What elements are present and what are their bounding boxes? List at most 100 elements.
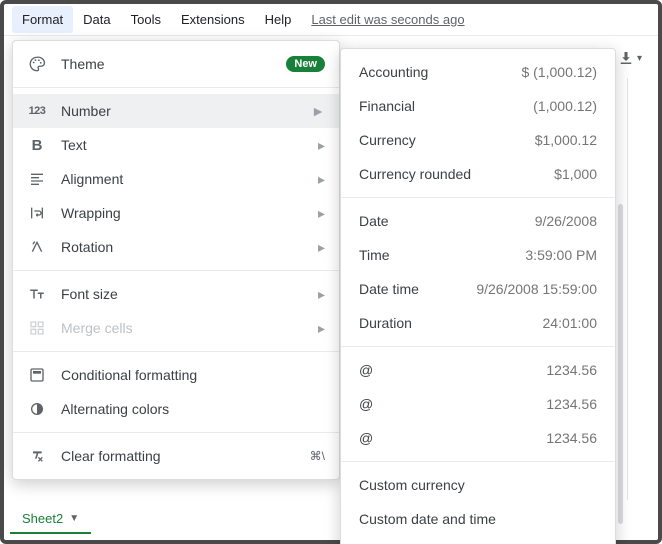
wrap-icon xyxy=(27,205,47,221)
bold-icon: B xyxy=(27,137,47,154)
format-label: Date xyxy=(359,213,389,229)
clear-formatting-icon xyxy=(27,448,47,464)
number-format-custom-a[interactable]: @ 1234.56 xyxy=(341,353,615,387)
submenu-arrow-icon: ► xyxy=(311,103,325,119)
number-format-currency[interactable]: Currency $1,000.12 xyxy=(341,123,615,157)
align-icon xyxy=(27,171,47,187)
number-format-time[interactable]: Time 3:59:00 PM xyxy=(341,238,615,272)
format-example: $1,000.12 xyxy=(535,132,597,148)
number-format-financial[interactable]: Financial (1,000.12) xyxy=(341,89,615,123)
chevron-down-icon: ▼ xyxy=(69,513,79,524)
font-size-icon xyxy=(27,285,47,303)
number-format-custom-b[interactable]: @ 1234.56 xyxy=(341,387,615,421)
separator xyxy=(13,351,339,352)
menu-data[interactable]: Data xyxy=(73,6,120,33)
keyboard-shortcut: ⌘\ xyxy=(310,449,325,463)
menu-item-label: Rotation xyxy=(61,239,304,255)
number-format-currency-rounded[interactable]: Currency rounded $1,000 xyxy=(341,157,615,191)
rotation-icon xyxy=(27,239,47,255)
submenu-arrow-icon: ▸ xyxy=(318,286,325,303)
submenu-arrow-icon: ▸ xyxy=(318,171,325,188)
separator xyxy=(341,461,615,462)
menu-item-label: Alternating colors xyxy=(61,401,325,417)
theme-icon xyxy=(27,55,47,73)
separator xyxy=(13,432,339,433)
format-example: 9/26/2008 15:59:00 xyxy=(476,281,597,297)
menu-item-label: Merge cells xyxy=(61,320,304,336)
separator xyxy=(341,346,615,347)
number-format-custom-c[interactable]: @ 1234.56 xyxy=(341,421,615,455)
format-label: @ xyxy=(359,362,373,378)
number-format-custom-number-format[interactable]: Custom number format xyxy=(341,536,615,544)
menu-item-label: Alignment xyxy=(61,171,304,187)
format-example: 1234.56 xyxy=(546,362,597,378)
menu-item-number[interactable]: 123 Number ► xyxy=(13,94,339,128)
menu-item-conditional-formatting[interactable]: Conditional formatting xyxy=(13,358,339,392)
format-label: Date time xyxy=(359,281,419,297)
number-icon: 123 xyxy=(27,105,47,117)
menu-item-label: Font size xyxy=(61,286,304,302)
merge-icon xyxy=(27,320,47,336)
number-format-date[interactable]: Date 9/26/2008 xyxy=(341,204,615,238)
sheet-tab-sheet2[interactable]: Sheet2 ▼ xyxy=(10,505,91,534)
number-submenu: Accounting $ (1,000.12) Financial (1,000… xyxy=(340,48,616,544)
format-label: @ xyxy=(359,396,373,412)
menu-help[interactable]: Help xyxy=(255,6,302,33)
new-badge: New xyxy=(286,56,325,72)
submenu-arrow-icon: ▸ xyxy=(318,137,325,154)
submenu-arrow-icon: ▸ xyxy=(318,205,325,222)
separator xyxy=(341,197,615,198)
download-icon[interactable]: ▾ xyxy=(617,49,642,67)
grid-line xyxy=(627,78,628,500)
number-format-duration[interactable]: Duration 24:01:00 xyxy=(341,306,615,340)
menu-item-label: Text xyxy=(61,137,304,153)
format-label: @ xyxy=(359,430,373,446)
menu-bar: Format Data Tools Extensions Help Last e… xyxy=(4,4,658,36)
menu-item-label: Conditional formatting xyxy=(61,367,325,383)
format-label: Duration xyxy=(359,315,412,331)
sheet-tabs: Sheet2 ▼ xyxy=(10,504,91,534)
number-format-custom-date-time[interactable]: Custom date and time xyxy=(341,502,615,536)
format-example: 1234.56 xyxy=(546,430,597,446)
format-example: 24:01:00 xyxy=(543,315,598,331)
sheet-tab-label: Sheet2 xyxy=(22,511,63,526)
menu-item-rotation[interactable]: Rotation ▸ xyxy=(13,230,339,264)
menu-item-label: Number xyxy=(61,103,297,119)
menu-item-label: Wrapping xyxy=(61,205,304,221)
format-example: (1,000.12) xyxy=(533,98,597,114)
format-example: $ (1,000.12) xyxy=(522,64,598,80)
format-example: $1,000 xyxy=(554,166,597,182)
submenu-scrollbar[interactable] xyxy=(618,204,623,524)
format-example: 1234.56 xyxy=(546,396,597,412)
menu-extensions[interactable]: Extensions xyxy=(171,6,255,33)
separator xyxy=(13,87,339,88)
number-format-accounting[interactable]: Accounting $ (1,000.12) xyxy=(341,55,615,89)
menu-item-clear-formatting[interactable]: Clear formatting ⌘\ xyxy=(13,439,339,473)
menu-format[interactable]: Format xyxy=(12,6,73,33)
format-label: Financial xyxy=(359,98,415,114)
menu-item-text[interactable]: B Text ▸ xyxy=(13,128,339,162)
format-label: Time xyxy=(359,247,390,263)
alternating-colors-icon xyxy=(27,401,47,417)
submenu-arrow-icon: ▸ xyxy=(318,320,325,337)
menu-tools[interactable]: Tools xyxy=(121,6,171,33)
separator xyxy=(13,270,339,271)
format-label: Currency rounded xyxy=(359,166,471,182)
menu-item-alignment[interactable]: Alignment ▸ xyxy=(13,162,339,196)
format-example: 3:59:00 PM xyxy=(525,247,597,263)
menu-item-theme[interactable]: Theme New xyxy=(13,47,339,81)
last-edit-link[interactable]: Last edit was seconds ago xyxy=(311,12,464,27)
menu-item-wrapping[interactable]: Wrapping ▸ xyxy=(13,196,339,230)
number-format-custom-currency[interactable]: Custom currency xyxy=(341,468,615,502)
menu-item-alternating-colors[interactable]: Alternating colors xyxy=(13,392,339,426)
format-label: Accounting xyxy=(359,64,428,80)
format-menu: Theme New 123 Number ► B Text ▸ Alignmen… xyxy=(12,40,340,480)
format-label: Currency xyxy=(359,132,416,148)
submenu-arrow-icon: ▸ xyxy=(318,239,325,256)
format-example: 9/26/2008 xyxy=(535,213,597,229)
menu-item-merge-cells: Merge cells ▸ xyxy=(13,311,339,345)
conditional-formatting-icon xyxy=(27,367,47,383)
menu-item-font-size[interactable]: Font size ▸ xyxy=(13,277,339,311)
number-format-date-time[interactable]: Date time 9/26/2008 15:59:00 xyxy=(341,272,615,306)
menu-item-label: Clear formatting xyxy=(61,448,296,464)
